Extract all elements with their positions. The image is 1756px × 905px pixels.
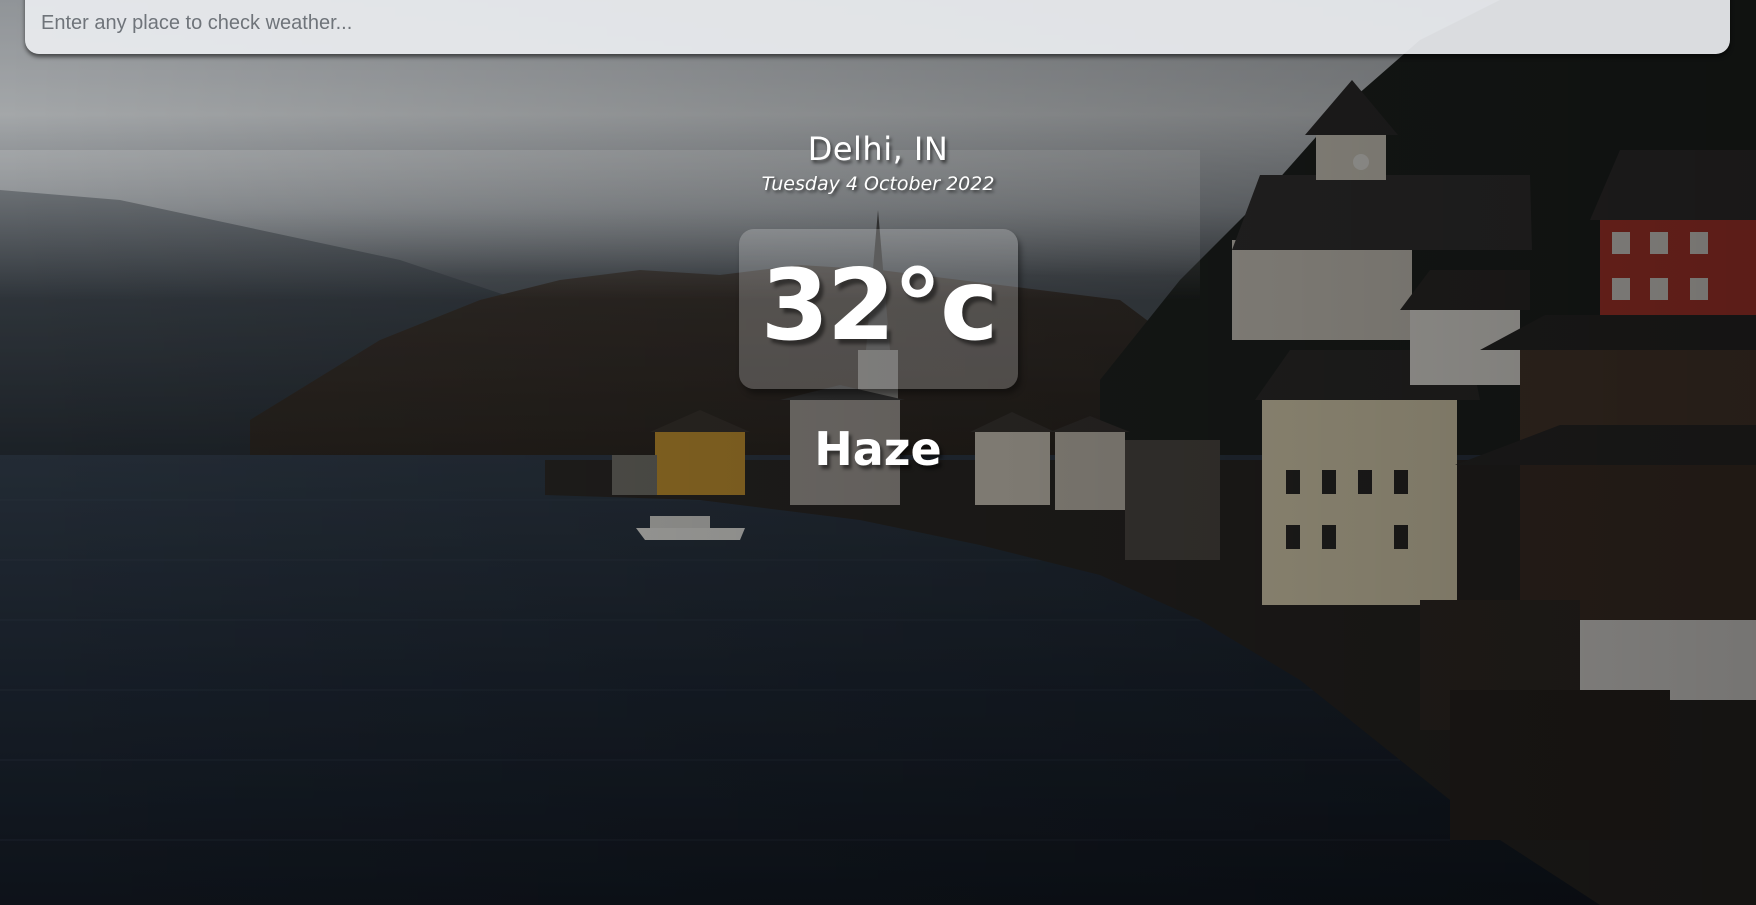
temperature-card: 32°c — [739, 229, 1018, 389]
search-bar — [25, 0, 1730, 54]
weather-condition: Haze — [814, 422, 942, 476]
search-input[interactable] — [41, 0, 1711, 46]
temperature-value: 32°c — [760, 249, 998, 363]
location-label: Delhi, IN — [807, 130, 949, 168]
date-label: Tuesday 4 October 2022 — [761, 173, 995, 195]
